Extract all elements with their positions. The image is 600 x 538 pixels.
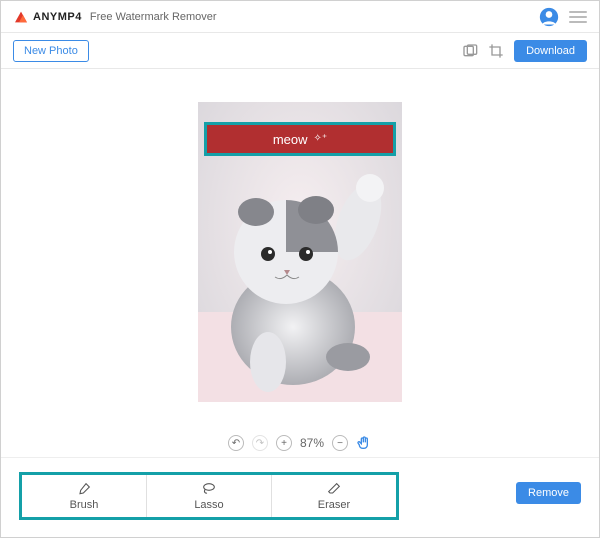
tool-brush[interactable]: Brush	[22, 475, 147, 517]
remove-button[interactable]: Remove	[516, 482, 581, 504]
zoom-out-icon[interactable]: −	[332, 435, 348, 451]
lasso-icon	[201, 481, 217, 497]
app-title: Free Watermark Remover	[90, 11, 217, 23]
download-button[interactable]: Download	[514, 40, 587, 62]
pan-hand-icon[interactable]	[356, 435, 372, 451]
footer: Brush Lasso Eraser Remove	[1, 457, 599, 537]
zoom-bar: ↶ ↷ + 87% −	[1, 435, 599, 451]
zoom-in-icon[interactable]: +	[276, 435, 292, 451]
toolbar: New Photo Download	[1, 33, 599, 69]
brand-logo-icon	[13, 9, 29, 25]
tool-eraser[interactable]: Eraser	[272, 475, 396, 517]
tool-strip: Brush Lasso Eraser	[19, 472, 399, 520]
hamburger-menu-icon[interactable]	[569, 8, 587, 26]
sparkle-icon: ✧⁺	[314, 134, 328, 144]
tool-label: Lasso	[194, 499, 223, 511]
brush-icon	[76, 481, 92, 497]
watermark-text: meow	[273, 132, 308, 147]
undo-icon[interactable]: ↶	[228, 435, 244, 451]
tool-lasso[interactable]: Lasso	[147, 475, 272, 517]
eraser-icon	[326, 481, 342, 497]
watermark-selection[interactable]: meow ✧⁺	[204, 122, 396, 156]
tool-label: Eraser	[318, 499, 350, 511]
new-photo-button[interactable]: New Photo	[13, 40, 89, 62]
compare-icon[interactable]	[462, 43, 478, 59]
tool-label: Brush	[70, 499, 99, 511]
zoom-value: 87%	[300, 436, 324, 450]
redo-icon[interactable]: ↷	[252, 435, 268, 451]
image-preview[interactable]: meow ✧⁺	[198, 102, 402, 402]
app-header: ANYMP4 Free Watermark Remover	[1, 1, 599, 33]
canvas-area: meow ✧⁺ ↶ ↷ + 87% −	[1, 69, 599, 457]
brand-name: ANYMP4	[33, 11, 82, 23]
user-icon[interactable]	[539, 7, 559, 27]
brand-block: ANYMP4 Free Watermark Remover	[13, 9, 217, 25]
crop-icon[interactable]	[488, 43, 504, 59]
